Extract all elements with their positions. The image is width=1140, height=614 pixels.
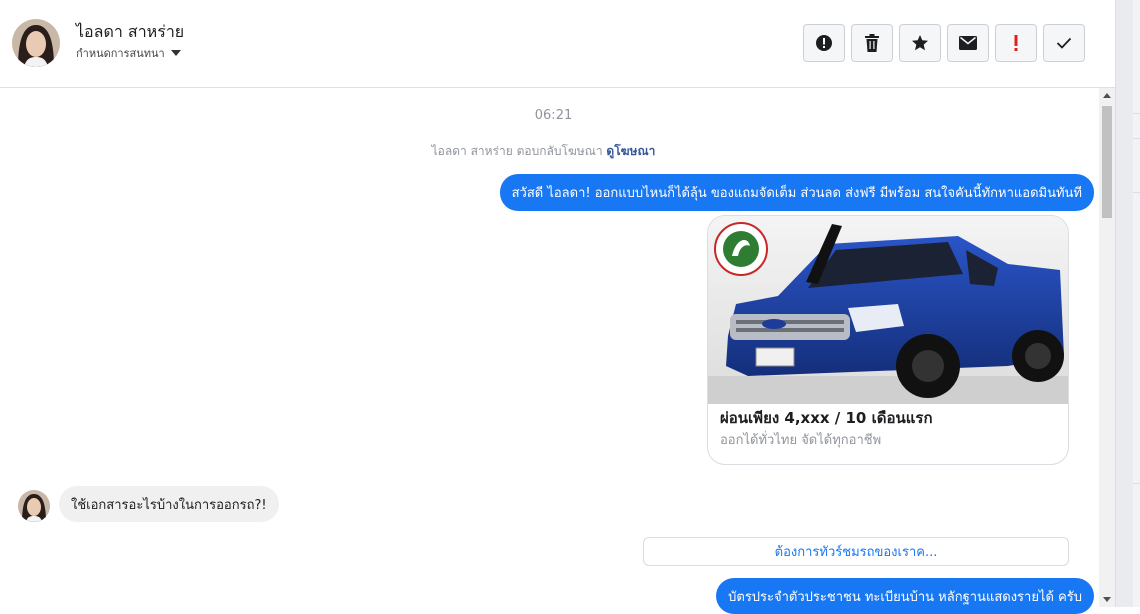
ad-card[interactable]: ผ่อนเพียง 4,xxx / 10 เดือนแรก ออกได้ทั่ว… [707, 215, 1069, 465]
ad-reply-context-text: ไอลดา สาหร่าย ตอบกลับโฆษณา [431, 144, 603, 158]
side-panel-edge [1115, 0, 1140, 607]
trash-icon [865, 34, 879, 52]
message-bubble-outgoing: บัตรประจำตัวประชาชน ทะเบียนบ้าน หลักฐานแ… [716, 578, 1094, 614]
spam-icon [816, 35, 832, 51]
message-bubble-outgoing: สวัสดี ไอลดา! ออกแบบไหนก็ได้ลุ้น ของแถมจ… [499, 174, 1094, 211]
side-panel-shade [1116, 0, 1133, 607]
delete-button[interactable] [851, 24, 893, 62]
label-dropdown[interactable]: กำหนดการสนทนา [76, 44, 181, 62]
divider [1133, 138, 1140, 139]
divider [1133, 483, 1140, 484]
ad-subtitle: ออกได้ทั่วไทย จัดได้ทุกอาชีพ [720, 433, 882, 448]
divider [1133, 113, 1140, 114]
contact-avatar-small [18, 490, 50, 522]
star-button[interactable] [899, 24, 941, 62]
toolbar [803, 24, 1085, 62]
exclamation-icon [1014, 35, 1018, 51]
scroll-down-arrow-icon[interactable] [1103, 597, 1111, 602]
divider [1133, 192, 1140, 193]
star-icon [912, 35, 928, 51]
view-ad-link[interactable]: ดูโฆษณา [606, 144, 655, 158]
quick-reply-button[interactable]: ต้องการทัวร์ชมรถของเราค... [643, 537, 1069, 566]
spam-button[interactable] [803, 24, 845, 62]
envelope-icon [959, 36, 977, 50]
contact-avatar[interactable] [12, 19, 60, 67]
ad-image [708, 216, 1068, 404]
conversation-header: ไอลดา สาหร่าย กำหนดการสนทนา [0, 0, 1115, 88]
ad-reply-context: ไอลดา สาหร่าย ตอบกลับโฆษณา ดูโฆษณา [0, 142, 1087, 161]
scrollbar[interactable] [1099, 88, 1115, 607]
scroll-up-arrow-icon[interactable] [1103, 93, 1111, 98]
follow-up-button[interactable] [995, 24, 1037, 62]
ad-title: ผ่อนเพียง 4,xxx / 10 เดือนแรก [720, 409, 933, 427]
mark-done-button[interactable] [1043, 24, 1085, 62]
message-bubble-incoming: ใช้เอกสารอะไรบ้างในการออกรถ?! [59, 486, 279, 522]
mark-unread-button[interactable] [947, 24, 989, 62]
caret-down-icon [170, 50, 181, 56]
label-dropdown-text: กำหนดการสนทนา [76, 47, 165, 60]
contact-name[interactable]: ไอลดา สาหร่าย [76, 20, 184, 45]
checkmark-icon [1056, 37, 1072, 49]
message-timestamp: 06:21 [534, 108, 573, 123]
